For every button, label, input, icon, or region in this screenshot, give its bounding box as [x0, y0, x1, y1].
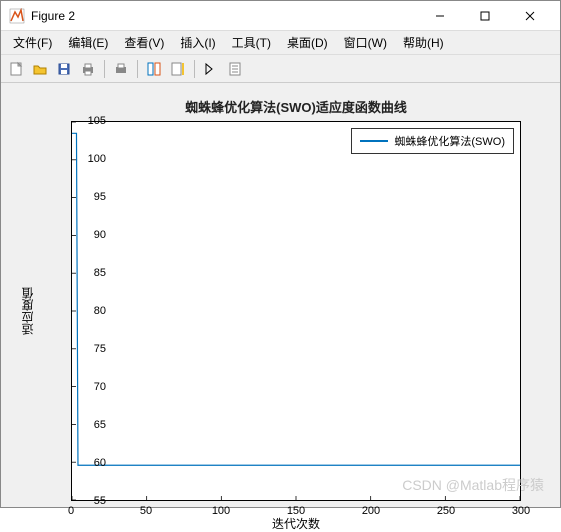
x-tick-label: 300 [506, 505, 536, 517]
y-tick-label: 75 [76, 343, 106, 355]
y-tick-label: 90 [76, 229, 106, 241]
x-tick-label: 50 [131, 505, 161, 517]
y-tick-label: 60 [76, 457, 106, 469]
menu-desktop[interactable]: 桌面(D) [279, 31, 336, 54]
menu-insert[interactable]: 插入(I) [172, 31, 223, 54]
x-tick-label: 0 [56, 505, 86, 517]
maximize-button[interactable] [462, 2, 507, 30]
legend-entry: 蜘蛛蜂优化算法(SWO) [394, 133, 505, 149]
menu-file[interactable]: 文件(F) [5, 31, 60, 54]
menu-tools[interactable]: 工具(T) [224, 31, 279, 54]
y-tick-label: 85 [76, 267, 106, 279]
axes[interactable]: 蜘蛛蜂优化算法(SWO) [71, 121, 521, 501]
toolbar-separator [194, 60, 195, 78]
open-button[interactable] [29, 58, 51, 80]
window-controls [417, 2, 552, 30]
x-tick-label: 100 [206, 505, 236, 517]
legend-line-icon [360, 140, 388, 142]
edit-plot-button[interactable] [200, 58, 222, 80]
toolbar [1, 55, 560, 83]
insert-colorbar-button[interactable] [167, 58, 189, 80]
menu-edit[interactable]: 编辑(E) [60, 31, 116, 54]
print-button[interactable] [77, 58, 99, 80]
save-button[interactable] [53, 58, 75, 80]
menu-help[interactable]: 帮助(H) [395, 31, 452, 54]
y-tick-label: 80 [76, 305, 106, 317]
x-tick-label: 200 [356, 505, 386, 517]
minimize-button[interactable] [417, 2, 462, 30]
x-tick-label: 250 [431, 505, 461, 517]
open-property-inspector-button[interactable] [224, 58, 246, 80]
figure-window: Figure 2 文件(F) 编辑(E) 查看(V) 插入(I) 工具(T) 桌… [0, 0, 561, 508]
menubar: 文件(F) 编辑(E) 查看(V) 插入(I) 工具(T) 桌面(D) 窗口(W… [1, 31, 560, 55]
y-tick-label: 70 [76, 381, 106, 393]
matlab-figure-icon [9, 8, 25, 24]
y-tick-label: 95 [76, 191, 106, 203]
window-title: Figure 2 [31, 9, 417, 23]
toolbar-separator [137, 60, 138, 78]
print-preview-button[interactable] [110, 58, 132, 80]
link-plot-button[interactable] [143, 58, 165, 80]
x-axis-label: 迭代次数 [71, 515, 521, 532]
menu-view[interactable]: 查看(V) [116, 31, 172, 54]
legend[interactable]: 蜘蛛蜂优化算法(SWO) [351, 128, 514, 154]
y-tick-label: 105 [76, 115, 106, 127]
close-button[interactable] [507, 2, 552, 30]
plot-area: 蜘蛛蜂优化算法(SWO)适应度函数曲线 适应度值 蜘蛛蜂优化算法(SWO) 迭代… [1, 83, 560, 507]
new-figure-button[interactable] [5, 58, 27, 80]
y-axis-label: 适应度值 [19, 121, 36, 501]
y-tick-label: 100 [76, 153, 106, 165]
line-plot [72, 122, 520, 500]
toolbar-separator [104, 60, 105, 78]
y-tick-label: 65 [76, 419, 106, 431]
titlebar: Figure 2 [1, 1, 560, 31]
menu-window[interactable]: 窗口(W) [336, 31, 395, 54]
chart-title: 蜘蛛蜂优化算法(SWO)适应度函数曲线 [71, 97, 521, 116]
x-tick-label: 150 [281, 505, 311, 517]
